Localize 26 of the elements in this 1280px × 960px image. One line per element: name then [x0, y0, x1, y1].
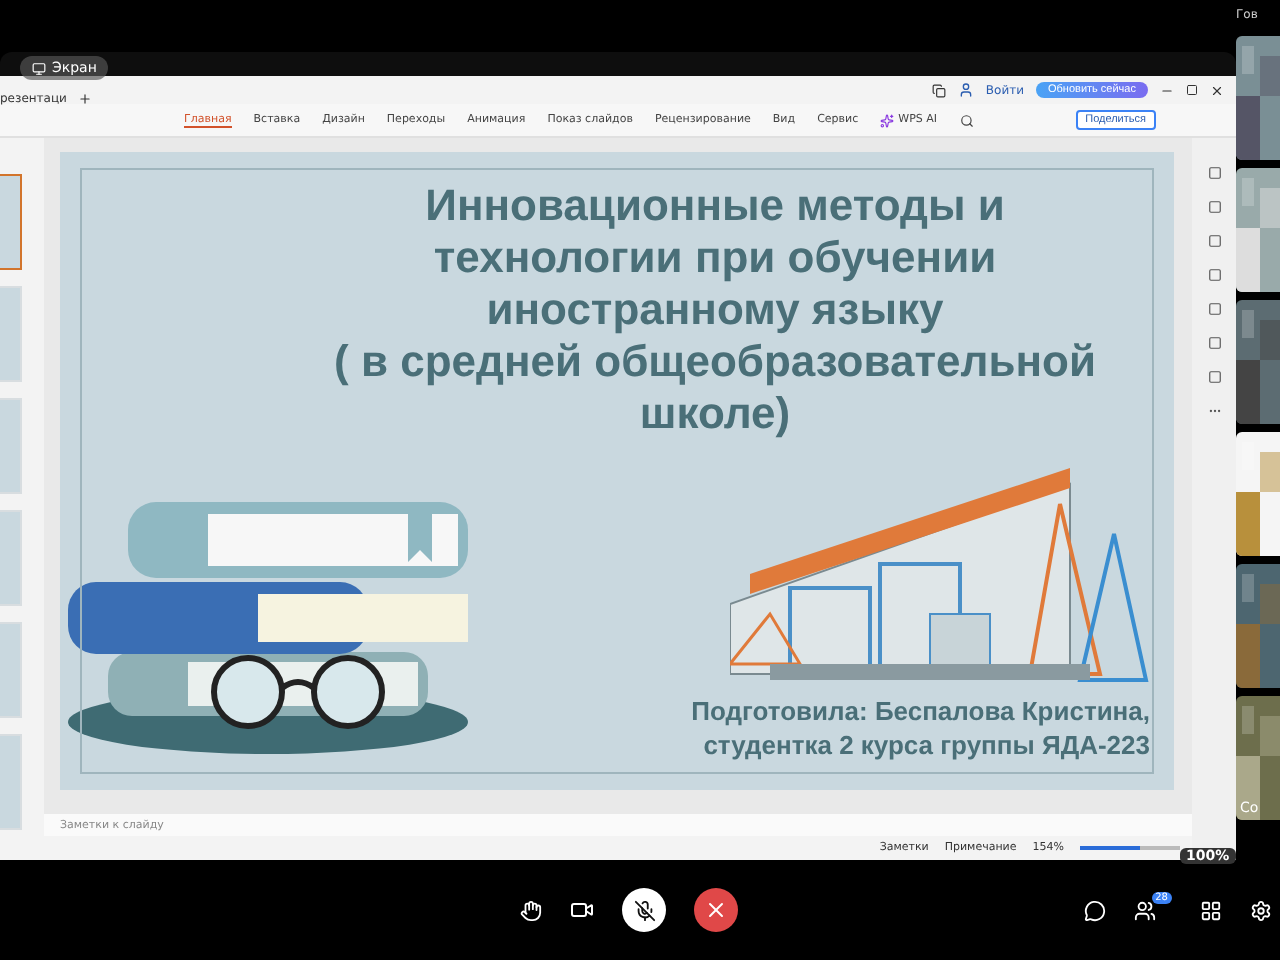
mic-off-icon	[633, 899, 655, 921]
slide-title: иностранному языку	[486, 284, 944, 336]
author-text: студентка 2 курса группы ЯДА-223	[703, 728, 1150, 762]
author-text: Подготовила: Беспалова Кристина,	[691, 694, 1150, 728]
close-icon[interactable]	[1210, 83, 1224, 97]
camera-button[interactable]	[570, 898, 594, 922]
close-icon	[704, 898, 728, 922]
mic-button[interactable]	[622, 888, 666, 932]
slide-title: ( в средней общеобразовательной	[334, 336, 1096, 388]
window-icon[interactable]	[931, 83, 946, 97]
chat-button[interactable]	[1083, 899, 1106, 921]
slide-thumbnail[interactable]	[0, 174, 22, 270]
search-icon[interactable]	[959, 113, 974, 127]
sparkle-icon[interactable]	[880, 113, 895, 127]
slide-title: Инновационные методы и	[425, 180, 1005, 232]
add-tab-icon[interactable]	[78, 91, 93, 105]
settings-button[interactable]	[1250, 899, 1272, 921]
raise-hand-button[interactable]	[520, 899, 542, 921]
layout-button[interactable]	[1200, 899, 1222, 921]
end-call-button[interactable]	[694, 888, 738, 932]
maximize-icon[interactable]	[1186, 84, 1198, 96]
participants-button[interactable]	[1133, 899, 1156, 921]
slide-title: технологии при обучении	[433, 232, 997, 284]
more-icon[interactable]	[1207, 404, 1221, 418]
user-icon[interactable]	[957, 82, 974, 98]
slide-title: школе)	[639, 388, 791, 440]
